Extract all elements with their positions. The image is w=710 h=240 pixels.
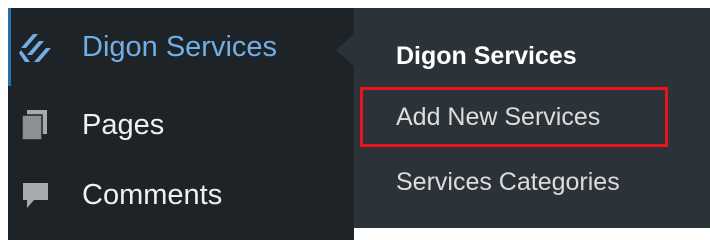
- digon-logo-icon: [18, 30, 52, 64]
- comment-icon: [18, 178, 52, 212]
- sidebar-item-label: Pages: [82, 108, 165, 141]
- highlight-annotation-box: [360, 87, 668, 147]
- admin-sidebar: Digon Services Pages Comments: [8, 8, 354, 240]
- submenu-pointer: [336, 34, 354, 66]
- submenu-item-digon-services[interactable]: Digon Services: [396, 42, 577, 71]
- sidebar-item-label: Comments: [82, 178, 223, 211]
- sidebar-item-comments[interactable]: Comments: [8, 162, 354, 228]
- pages-icon: [18, 108, 52, 142]
- submenu-item-services-categories[interactable]: Services Categories: [396, 168, 620, 197]
- sidebar-item-pages[interactable]: Pages: [8, 92, 354, 158]
- admin-menu-screenshot: Digon Services Pages Comments Digon Serv…: [0, 0, 710, 240]
- sidebar-item-digon-services[interactable]: Digon Services: [8, 14, 354, 80]
- sidebar-item-label: Digon Services: [82, 30, 278, 63]
